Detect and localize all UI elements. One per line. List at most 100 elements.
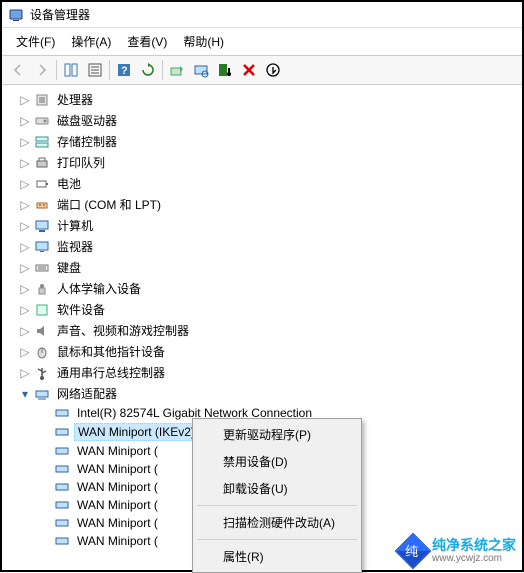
window-title: 设备管理器 <box>30 6 90 23</box>
tree-label: 电池 <box>54 174 84 193</box>
context-menu[interactable]: 更新驱动程序(P) 禁用设备(D) 卸载设备(U) 扫描检测硬件改动(A) 属性… <box>192 418 362 573</box>
expand-icon[interactable]: ▷ <box>18 303 32 317</box>
disable-device-button[interactable] <box>213 58 237 82</box>
printer-icon <box>34 155 50 171</box>
expand-icon[interactable]: ▷ <box>18 366 32 380</box>
tree-node-hid[interactable]: ▷ 人体学输入设备 <box>18 278 522 299</box>
tree-node-usb[interactable]: ▷ 通用串行总线控制器 <box>18 362 522 383</box>
nic-icon <box>54 479 70 495</box>
nic-icon <box>54 533 70 549</box>
show-hide-tree-button[interactable] <box>59 58 83 82</box>
context-scan-hardware[interactable]: 扫描检测硬件改动(A) <box>195 509 359 536</box>
tree-label: 处理器 <box>54 90 96 109</box>
storage-icon <box>34 134 50 150</box>
tree-label: WAN Miniport ( <box>74 479 161 495</box>
mouse-icon <box>34 344 50 360</box>
menu-help[interactable]: 帮助(H) <box>175 30 232 53</box>
help-button[interactable]: ? <box>112 58 136 82</box>
expand-icon[interactable]: ▷ <box>18 345 32 359</box>
watermark-text: 纯净系统之家 www.ycwjz.com <box>432 538 516 564</box>
expand-icon[interactable]: ▷ <box>18 324 32 338</box>
tree-label: 打印队列 <box>54 153 108 172</box>
expand-icon[interactable]: ▷ <box>18 114 32 128</box>
network-icon <box>34 386 50 402</box>
context-properties[interactable]: 属性(R) <box>195 543 359 570</box>
menubar: 文件(F) 操作(A) 查看(V) 帮助(H) <box>2 28 522 55</box>
keyboard-icon <box>34 260 50 276</box>
sound-icon <box>34 323 50 339</box>
tree-label: WAN Miniport ( <box>74 515 161 531</box>
context-separator <box>197 505 357 506</box>
toolbar-separator <box>109 60 110 80</box>
uninstall-device-button[interactable] <box>237 58 261 82</box>
menu-action[interactable]: 操作(A) <box>63 30 119 53</box>
toolbar: ? <box>2 55 522 85</box>
tree-label: 计算机 <box>54 216 96 235</box>
context-disable-device[interactable]: 禁用设备(D) <box>195 448 359 475</box>
tree-node-swdevice[interactable]: ▷ 软件设备 <box>18 299 522 320</box>
watermark-title: 纯净系统之家 <box>432 538 516 553</box>
svg-text:?: ? <box>121 65 128 77</box>
expand-icon[interactable]: ▷ <box>18 156 32 170</box>
tree-label: WAN Miniport ( <box>74 443 161 459</box>
tree-node-monitor[interactable]: ▷ 监视器 <box>18 236 522 257</box>
update-driver-button[interactable] <box>165 58 189 82</box>
tree-label: WAN Miniport ( <box>74 497 161 513</box>
tree-node-ports[interactable]: ▷ 端口 (COM 和 LPT) <box>18 194 522 215</box>
expand-icon[interactable]: ▷ <box>18 177 32 191</box>
tree-label: 键盘 <box>54 258 84 277</box>
tree-node-storagectrl[interactable]: ▷ 存储控制器 <box>18 131 522 152</box>
back-button[interactable] <box>6 58 30 82</box>
tree-node-processor[interactable]: ▷ 处理器 <box>18 89 522 110</box>
tree-label: 磁盘驱动器 <box>54 111 120 130</box>
tree-label: 网络适配器 <box>54 384 120 403</box>
expand-icon[interactable]: ▷ <box>18 282 32 296</box>
expand-icon[interactable]: ▷ <box>18 219 32 233</box>
context-separator <box>197 539 357 540</box>
expand-icon[interactable]: ▷ <box>18 261 32 275</box>
watermark-logo-icon <box>395 532 432 569</box>
collapse-icon[interactable]: ▾ <box>18 387 32 401</box>
menu-file[interactable]: 文件(F) <box>8 30 63 53</box>
expand-icon[interactable]: ▷ <box>18 93 32 107</box>
expand-icon[interactable]: ▷ <box>18 135 32 149</box>
diskdrive-icon <box>34 113 50 129</box>
tree-node-computer[interactable]: ▷ 计算机 <box>18 215 522 236</box>
nic-icon <box>54 424 70 440</box>
tree-node-sound[interactable]: ▷ 声音、视频和游戏控制器 <box>18 320 522 341</box>
toolbar-separator <box>56 60 57 80</box>
watermark: 纯净系统之家 www.ycwjz.com <box>400 538 516 564</box>
tree-node-mouse[interactable]: ▷ 鼠标和其他指针设备 <box>18 341 522 362</box>
monitor-icon <box>34 239 50 255</box>
hid-icon <box>34 281 50 297</box>
port-icon <box>34 197 50 213</box>
battery-icon <box>34 176 50 192</box>
nic-icon <box>54 443 70 459</box>
properties-button[interactable] <box>83 58 107 82</box>
tree-node-battery[interactable]: ▷ 电池 <box>18 173 522 194</box>
tree-node-keyboard[interactable]: ▷ 键盘 <box>18 257 522 278</box>
tree-node-printqueue[interactable]: ▷ 打印队列 <box>18 152 522 173</box>
tree-label: 通用串行总线控制器 <box>54 363 168 382</box>
toolbar-separator <box>162 60 163 80</box>
app-icon <box>8 7 24 23</box>
scan-hardware-button[interactable] <box>189 58 213 82</box>
context-update-driver[interactable]: 更新驱动程序(P) <box>195 421 359 448</box>
refresh-button[interactable] <box>136 58 160 82</box>
tree-node-diskdrive[interactable]: ▷ 磁盘驱动器 <box>18 110 522 131</box>
context-uninstall-device[interactable]: 卸载设备(U) <box>195 475 359 502</box>
tree-label: 人体学输入设备 <box>54 279 144 298</box>
software-icon <box>34 302 50 318</box>
menu-view[interactable]: 查看(V) <box>119 30 175 53</box>
expand-icon[interactable]: ▷ <box>18 240 32 254</box>
tree-label: 软件设备 <box>54 300 108 319</box>
nic-icon <box>54 497 70 513</box>
tree-label-selected: WAN Miniport (IKEv2) <box>74 423 199 441</box>
add-legacy-button[interactable] <box>261 58 285 82</box>
computer-icon <box>34 218 50 234</box>
forward-button[interactable] <box>30 58 54 82</box>
tree-node-netadapter[interactable]: ▾ 网络适配器 <box>18 383 522 404</box>
processor-icon <box>34 92 50 108</box>
expand-icon[interactable]: ▷ <box>18 198 32 212</box>
watermark-url: www.ycwjz.com <box>432 553 516 564</box>
